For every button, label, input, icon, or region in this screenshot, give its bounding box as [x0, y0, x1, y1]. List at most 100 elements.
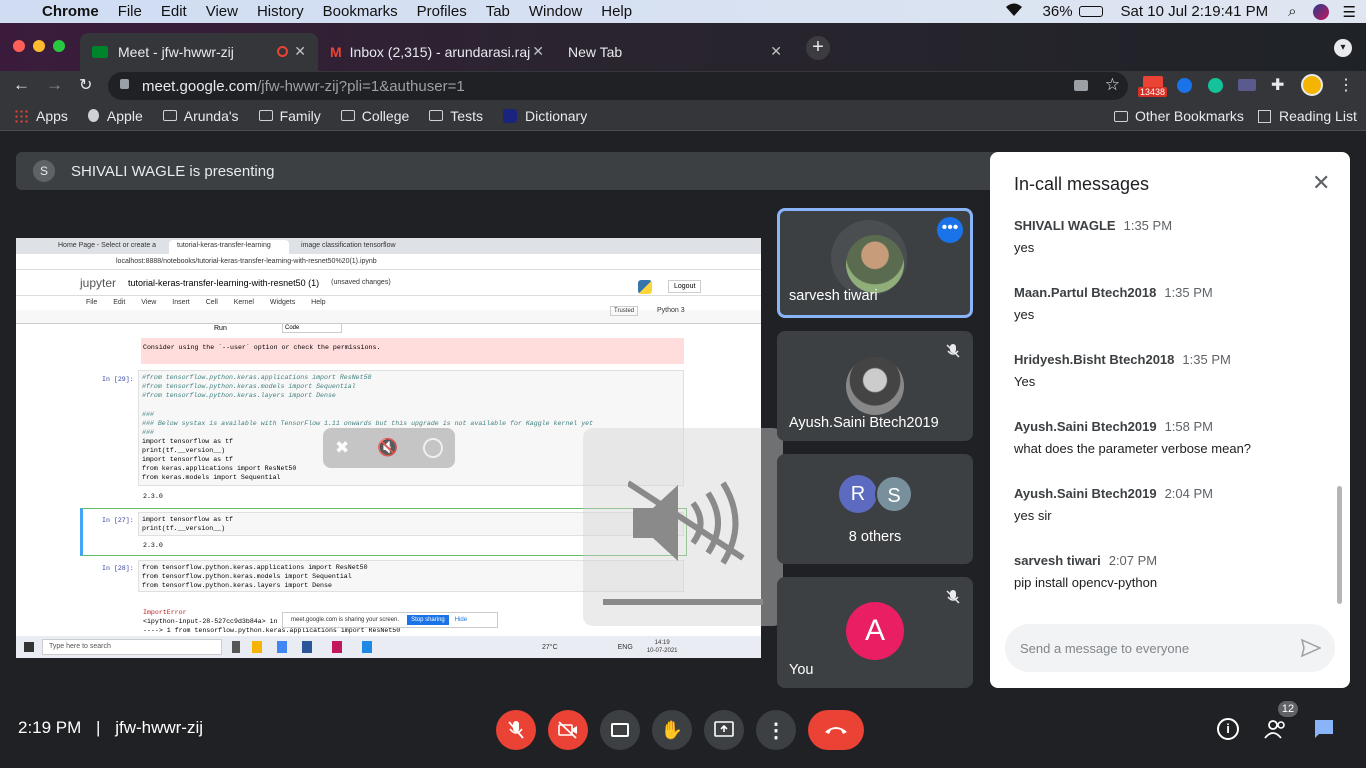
grammarly-icon[interactable] [1208, 78, 1223, 93]
close-icon[interactable]: ✕ [1312, 170, 1330, 196]
participant-tile-others[interactable]: R S 8 others [777, 454, 973, 564]
camera-toggle-button[interactable] [548, 710, 588, 750]
bookmark-family[interactable]: Family [258, 108, 321, 124]
send-icon[interactable] [1301, 639, 1321, 657]
message-text: yes [1014, 240, 1035, 255]
profile-avatar[interactable] [1301, 74, 1323, 96]
battery-icon[interactable] [1078, 6, 1103, 17]
menu-bookmarks[interactable]: Bookmarks [323, 3, 398, 20]
omnibox[interactable]: meet.google.com/jfw-hwwr-zij?pli=1&authu… [108, 72, 1128, 100]
forward-arrow-icon[interactable]: → [46, 75, 63, 95]
menubar-datetime[interactable]: Sat 10 Jul 2:19:41 PM [1121, 3, 1269, 20]
url-path: /jfw-hwwr-zij?pli=1&authuser=1 [257, 77, 465, 95]
leave-call-button[interactable] [808, 710, 864, 750]
bookmark-dictionary[interactable]: Dictionary [502, 108, 587, 124]
menu-help[interactable]: Help [601, 3, 632, 20]
pin-off-icon[interactable]: ✖ [335, 438, 349, 458]
bookmark-star-icon[interactable]: ☆ [1105, 75, 1120, 95]
menu-file[interactable]: File [118, 3, 142, 20]
other-bookmarks[interactable]: Other Bookmarks [1114, 108, 1244, 124]
bookmark-tests[interactable]: Tests [429, 108, 483, 124]
menu-view[interactable]: View [206, 3, 238, 20]
taskbar-search-box: Type here to search [42, 639, 222, 655]
bookmarks-bar: Apps Apple Arunda's Family College Tests… [0, 101, 1366, 131]
menu-window[interactable]: Window [529, 3, 582, 20]
message-sender: Maan.Partul Btech2018 [1014, 285, 1157, 300]
control-center-icon[interactable]: ☰ [1343, 3, 1356, 21]
battery-percent[interactable]: 36% [1043, 3, 1073, 20]
spotlight-search-icon[interactable]: ⌕ [1288, 3, 1296, 20]
folder-icon [1114, 110, 1128, 122]
message-time: 2:07 PM [1108, 553, 1158, 568]
chrome-menu-icon[interactable]: ⋮ [1338, 75, 1354, 95]
chat-message: Ayush.Saini Btech2019 1:58 PM what does t… [1014, 419, 1314, 456]
meet-favicon-icon [92, 46, 108, 58]
back-arrow-icon[interactable]: ← [13, 75, 30, 95]
code-line: from tensorflow.python.keras.layers impo… [142, 582, 332, 589]
end-call-icon [825, 727, 847, 734]
stop-sharing-button: Stop sharing [407, 615, 449, 625]
code-line: print(tf.__version__) [142, 447, 226, 454]
shared-url: localhost:8888/notebooks/tutorial-keras-… [16, 254, 761, 270]
menu-tab[interactable]: Tab [486, 3, 510, 20]
participant-name: Ayush.Saini Btech2019 [789, 415, 939, 431]
meeting-details-icon[interactable]: i [1217, 718, 1239, 740]
close-window-button[interactable] [13, 40, 25, 52]
chat-icon[interactable] [1313, 718, 1335, 745]
bookmark-apple[interactable]: Apple [87, 108, 143, 124]
more-options-button[interactable]: ⋮ [756, 710, 796, 750]
menu-app-name[interactable]: Chrome [42, 3, 99, 20]
current-time: 2:19 PM [18, 718, 82, 737]
cell27-prompt: In [27]: [102, 517, 134, 524]
microphone-toggle-button[interactable] [496, 710, 536, 750]
bookmark-apps[interactable]: Apps [14, 108, 68, 124]
tab-search-icon[interactable]: ▾ [1334, 39, 1352, 57]
camera-icon[interactable] [1074, 80, 1088, 91]
error-line: <ipython-input-28-527cc9d3b84a> in [143, 618, 278, 625]
people-icon[interactable] [1264, 718, 1288, 740]
raise-hand-button[interactable]: ✋ [652, 710, 692, 750]
jupyter-menu-item: View [141, 299, 157, 306]
menu-edit[interactable]: Edit [161, 3, 187, 20]
reading-list[interactable]: Reading List [1258, 108, 1357, 124]
meet-control-bar: 2:19 PM | jfw-hwwr-zij ✋ ⋮ i 12 [0, 696, 1366, 768]
participant-tile-active-speaker[interactable]: ••• sarvesh tiwari [777, 208, 973, 318]
participant-tile-self[interactable]: A You [777, 577, 973, 688]
tab-gmail[interactable]: M Inbox (2,315) - arundarasi.rajen ✕ [318, 33, 556, 71]
present-screen-button[interactable] [704, 710, 744, 750]
chat-input[interactable]: Send a message to everyone [1005, 624, 1335, 672]
extensions-puzzle-icon[interactable]: ✚ [1271, 75, 1284, 95]
bookmark-arundas[interactable]: Arunda's [162, 108, 239, 124]
close-tab-icon[interactable]: ✕ [532, 43, 544, 60]
wifi-icon[interactable] [1005, 3, 1023, 21]
cell29-output: 2.3.0 [143, 493, 163, 500]
message-sender: SHIVALI WAGLE [1014, 218, 1116, 233]
siri-icon[interactable] [1312, 3, 1329, 20]
error-name: ImportError [143, 609, 187, 616]
participant-count-badge: 12 [1278, 701, 1298, 717]
tab-meet[interactable]: Meet - jfw-hwwr-zij ✕ [80, 33, 318, 71]
extension-gray-icon[interactable] [1238, 79, 1256, 91]
shared-tab-active: tutorial-keras-transfer-learning [169, 240, 289, 254]
menu-history[interactable]: History [257, 3, 304, 20]
code-line: import tensorflow as tf [142, 438, 234, 445]
new-tab-button[interactable]: + [806, 36, 830, 60]
extension-c-icon[interactable] [1177, 78, 1192, 93]
reload-icon[interactable]: ↻ [79, 75, 92, 95]
bookmark-college[interactable]: College [340, 108, 409, 124]
more-options-icon[interactable]: ••• [937, 217, 963, 243]
captions-button[interactable] [600, 710, 640, 750]
tab-newtab[interactable]: New Tab ✕ [556, 33, 794, 71]
volume-off-icon[interactable]: 🔇 [377, 438, 398, 458]
remove-icon[interactable] [423, 438, 443, 458]
chat-scrollbar[interactable] [1337, 486, 1342, 604]
close-tab-icon[interactable]: ✕ [770, 43, 782, 60]
participant-tile[interactable]: Ayush.Saini Btech2019 [777, 331, 973, 441]
tab-newtab-title: New Tab [568, 44, 623, 60]
zoom-window-button[interactable] [53, 40, 65, 52]
gmail-favicon-icon: M [330, 44, 342, 60]
minimize-window-button[interactable] [33, 40, 45, 52]
close-tab-icon[interactable]: ✕ [294, 43, 306, 60]
message-sender: sarvesh tiwari [1014, 553, 1101, 568]
menu-profiles[interactable]: Profiles [417, 3, 467, 20]
